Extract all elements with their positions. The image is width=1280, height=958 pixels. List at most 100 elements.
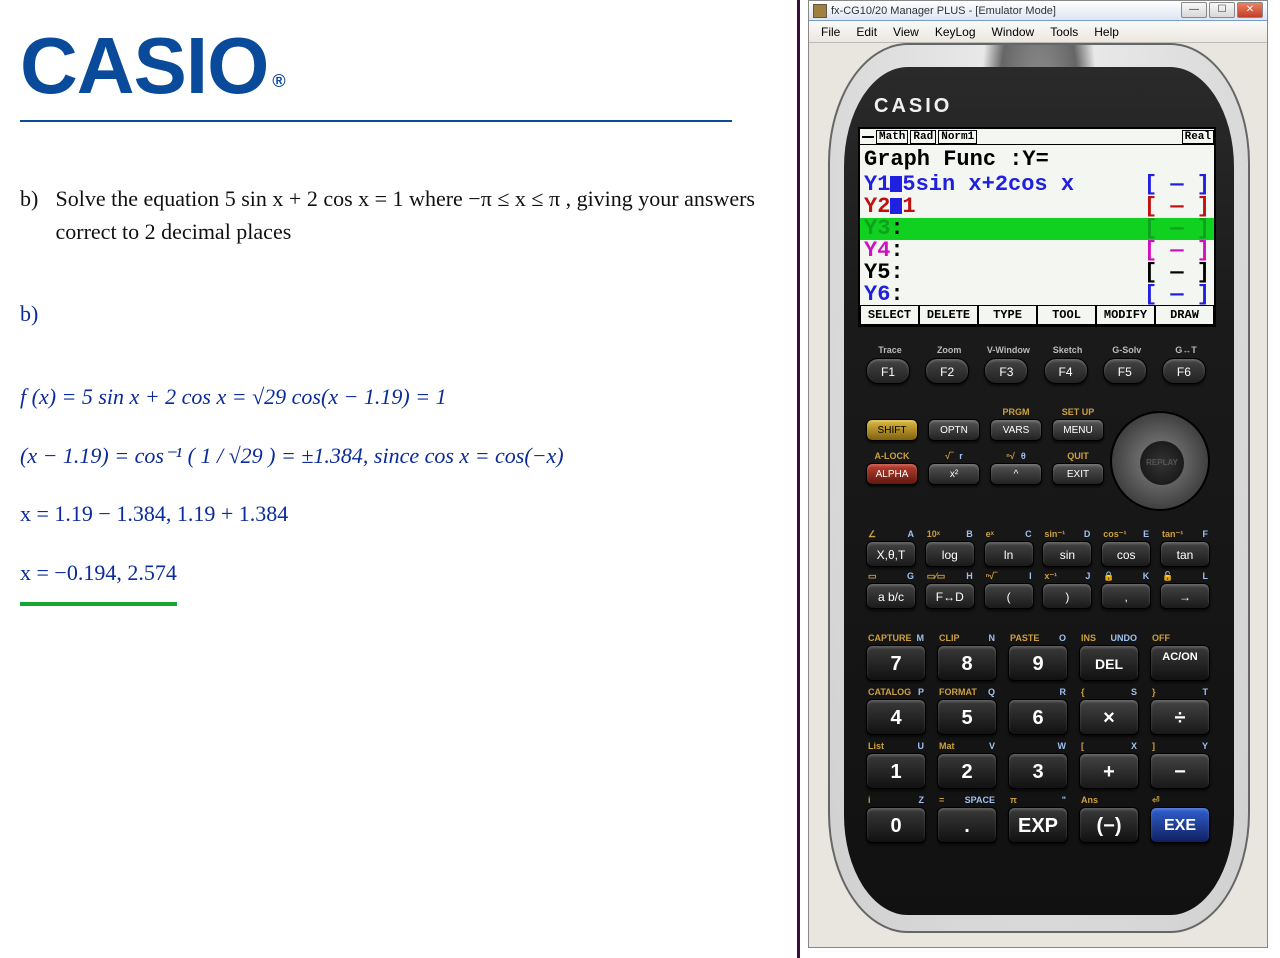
y5-row: Y5: [ — ] xyxy=(860,262,1214,284)
key-xt[interactable]: X,θ,T xyxy=(866,541,916,567)
menu-file[interactable]: File xyxy=(813,23,848,41)
emulator-window: fx-CG10/20 Manager PLUS - [Emulator Mode… xyxy=(808,0,1268,948)
y2-expr: 1 xyxy=(902,194,915,219)
key-k[interactable]: . xyxy=(937,807,997,843)
menu-edit[interactable]: Edit xyxy=(848,23,885,41)
key-k[interactable]: − xyxy=(1150,753,1210,789)
key-[interactable]: → xyxy=(1160,583,1210,609)
status-norm: Norm1 xyxy=(938,130,977,144)
key-[interactable]: ) xyxy=(1042,583,1092,609)
menu-window[interactable]: Window xyxy=(984,23,1043,41)
key-caret[interactable]: ^ xyxy=(990,463,1042,485)
key-optn[interactable]: OPTN xyxy=(928,419,980,441)
key-alpha[interactable]: ALPHA xyxy=(866,463,918,485)
soft-type: TYPE xyxy=(978,305,1037,325)
key-f5[interactable]: F5 xyxy=(1103,358,1147,384)
key-shift-col: SHIFT xyxy=(866,407,918,441)
key-1[interactable]: 1 xyxy=(866,753,926,789)
key-acon[interactable]: AC/ON xyxy=(1150,645,1210,681)
menu-help[interactable]: Help xyxy=(1086,23,1127,41)
key-menu[interactable]: MENU xyxy=(1052,419,1104,441)
menu-tools[interactable]: Tools xyxy=(1042,23,1086,41)
key-[interactable]: , xyxy=(1101,583,1151,609)
y2-row: Y21 [ — ] xyxy=(860,196,1214,218)
menu-view[interactable]: View xyxy=(885,23,927,41)
key-ln[interactable]: ln xyxy=(984,541,1034,567)
soft-draw: DRAW xyxy=(1155,305,1214,325)
key-exit-col: QUIT EXIT xyxy=(1052,451,1104,485)
key--col: [X + xyxy=(1079,741,1139,789)
key-1-col: ListU 1 xyxy=(866,741,926,789)
key-f1[interactable]: F1 xyxy=(866,358,910,384)
key-exp[interactable]: EXP xyxy=(1008,807,1068,843)
num-row-1: CATALOGP 4FORMATQ 5R 6{S ×}T ÷ xyxy=(866,687,1210,735)
key-0[interactable]: 0 xyxy=(866,807,926,843)
key-alpha-col: A-LOCK ALPHA xyxy=(866,451,918,485)
key-6[interactable]: 6 xyxy=(1008,699,1068,735)
key-exit[interactable]: EXIT xyxy=(1052,463,1104,485)
y5-style: [ — ] xyxy=(1144,262,1210,284)
key-k[interactable]: + xyxy=(1079,753,1139,789)
key--col: x⁻¹J ) xyxy=(1042,571,1092,609)
key-7[interactable]: 7 xyxy=(866,645,926,681)
f3-col: V-Window F3 xyxy=(984,345,1032,384)
key-del[interactable]: DEL xyxy=(1079,645,1139,681)
calculator-body: CASIO Math Rad Norm1 Real Graph Func :Y=… xyxy=(828,43,1250,933)
key-f2[interactable]: F2 xyxy=(925,358,969,384)
key--col: }T ÷ xyxy=(1150,687,1210,735)
calc-screen: Math Rad Norm1 Real Graph Func :Y= Y15si… xyxy=(858,127,1216,327)
answer-label: b) xyxy=(20,288,777,341)
sci-row-0: ∠A X,θ,T10ˣB logeˣC lnsin⁻¹D sincos⁻¹E c… xyxy=(866,529,1210,567)
key-5[interactable]: 5 xyxy=(937,699,997,735)
key-vars-col: PRGM VARS xyxy=(990,407,1042,441)
key-cos[interactable]: cos xyxy=(1101,541,1151,567)
key-k[interactable]: (−) xyxy=(1079,807,1139,843)
key-[interactable]: ( xyxy=(984,583,1034,609)
key--col: {S × xyxy=(1079,687,1139,735)
y1-expr: 5sin x+2cos x xyxy=(902,172,1074,197)
softkey-row: SELECT DELETE TYPE TOOL MODIFY DRAW xyxy=(860,305,1214,325)
dpad-center[interactable]: REPLAY xyxy=(1140,441,1184,485)
key-fd[interactable]: F↔D xyxy=(925,583,975,609)
key-ln-col: eˣC ln xyxy=(984,529,1034,567)
key-x2[interactable]: x² xyxy=(928,463,980,485)
f5-col: G-Solv F5 xyxy=(1103,345,1151,384)
y3-row-selected: Y3: [ — ] xyxy=(860,218,1214,240)
y6-row: Y6: [ — ] xyxy=(860,284,1214,306)
key-f3[interactable]: F3 xyxy=(984,358,1028,384)
f4-col: Sketch F4 xyxy=(1044,345,1092,384)
key-abc[interactable]: a b/c xyxy=(866,583,916,609)
key-9[interactable]: 9 xyxy=(1008,645,1068,681)
f6-col: G↔T F6 xyxy=(1162,345,1210,384)
key-4[interactable]: 4 xyxy=(866,699,926,735)
key-2[interactable]: 2 xyxy=(937,753,997,789)
dpad[interactable]: REPLAY xyxy=(1110,411,1210,511)
key-sin[interactable]: sin xyxy=(1042,541,1092,567)
key-cos-col: cos⁻¹E cos xyxy=(1101,529,1151,567)
key-f4[interactable]: F4 xyxy=(1044,358,1088,384)
equation-1: f (x) = 5 sin x + 2 cos x = √29 cos(x − … xyxy=(20,371,777,424)
f1-col: Trace F1 xyxy=(866,345,914,384)
menu-keylog[interactable]: KeyLog xyxy=(927,23,984,41)
key--col: ]Y − xyxy=(1150,741,1210,789)
f-key-row: Trace F1Zoom F2V-Window F3Sketch F4G-Sol… xyxy=(866,345,1210,384)
key-0-col: iZ 0 xyxy=(866,795,926,843)
y2-enabled-icon xyxy=(890,198,902,214)
maximize-button[interactable]: ☐ xyxy=(1209,2,1235,18)
y1-style: [ — ] xyxy=(1144,174,1210,196)
key-tan[interactable]: tan xyxy=(1160,541,1210,567)
key-vars[interactable]: VARS xyxy=(990,419,1042,441)
key-exe[interactable]: EXE xyxy=(1150,807,1210,843)
key-3[interactable]: 3 xyxy=(1008,753,1068,789)
key-2-col: MatV 2 xyxy=(937,741,997,789)
key-shift[interactable]: SHIFT xyxy=(866,419,918,441)
key-log[interactable]: log xyxy=(925,541,975,567)
minimize-button[interactable]: — xyxy=(1181,2,1207,18)
key-f6[interactable]: F6 xyxy=(1162,358,1206,384)
key-k[interactable]: ÷ xyxy=(1150,699,1210,735)
key-k[interactable]: × xyxy=(1079,699,1139,735)
window-title: fx-CG10/20 Manager PLUS - [Emulator Mode… xyxy=(831,5,1056,17)
titlebar[interactable]: fx-CG10/20 Manager PLUS - [Emulator Mode… xyxy=(809,1,1267,21)
key-8[interactable]: 8 xyxy=(937,645,997,681)
close-button[interactable]: ✕ xyxy=(1237,2,1263,18)
